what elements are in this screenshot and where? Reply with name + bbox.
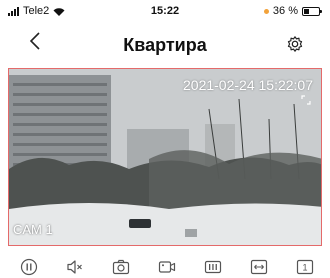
number-one-icon[interactable]: 1 — [296, 258, 314, 276]
video-record-icon[interactable] — [158, 258, 176, 276]
channel-number: 1 — [302, 263, 307, 273]
gear-icon[interactable] — [286, 35, 304, 53]
stretch-icon[interactable] — [250, 258, 268, 276]
nav-bar: Квартира — [0, 24, 330, 64]
battery-dot-icon — [263, 8, 269, 14]
control-toolbar: 1 — [0, 256, 330, 278]
pause-icon[interactable] — [20, 258, 38, 276]
expand-icon[interactable] — [301, 95, 311, 105]
camera-label: CAM 1 — [13, 222, 53, 237]
video-timestamp: 2021-02-24 15:22:07 — [183, 77, 313, 93]
bars-icon[interactable] — [204, 258, 222, 276]
camera-icon[interactable] — [112, 258, 130, 276]
battery-icon — [302, 6, 322, 16]
page-title: Квартира — [123, 35, 207, 55]
camera-image — [9, 69, 321, 245]
camera-feed[interactable]: 2021-02-24 15:22:07 CAM 1 — [8, 68, 322, 246]
battery-group: 36 % — [263, 5, 322, 17]
battery-percent: 36 % — [272, 5, 298, 17]
speaker-mute-icon[interactable] — [66, 258, 84, 276]
status-bar: Tele2 15:22 36 % — [0, 0, 330, 22]
